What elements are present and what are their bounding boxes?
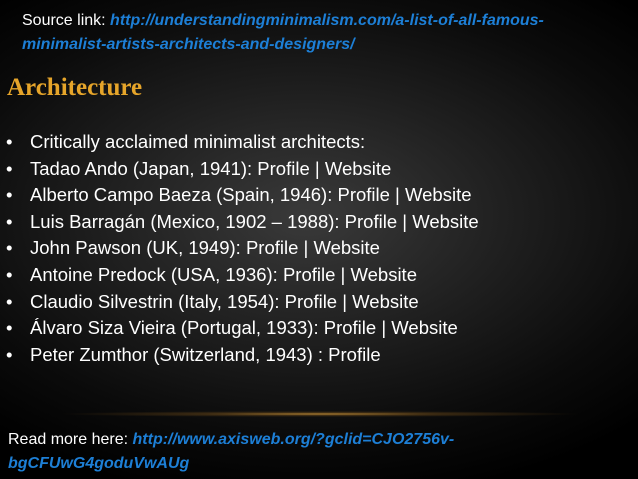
list-item: • Antoine Predock (USA, 1936): Profile | … [0,262,630,289]
list-item-text: Peter Zumthor (Switzerland, 1943) : Prof… [30,343,381,365]
list-item: • Claudio Silvestrin (Italy, 1954): Profi… [0,289,630,316]
list-item-text: Antoine Predock (USA, 1936): Profile | W… [30,263,417,285]
source-link-url-line-2: minimalist-artists-architects-and-design… [22,36,355,53]
section-heading: Architecture [7,74,143,101]
bullet-icon: • [6,343,13,365]
list-item-text: Luis Barragán (Mexico, 1902 – 1988): Pro… [30,210,479,232]
read-more-block: Read more here: http://www.axisweb.org/?… [8,428,628,476]
list-item: • Critically acclaimed minimalist archite… [0,129,630,156]
source-link-block: Source link: http://understandingminimal… [22,9,622,57]
bullet-icon: • [6,263,13,285]
bullet-icon: • [6,290,13,312]
list-item: • Álvaro Siza Vieira (Portugal, 1933): Pr… [0,315,630,342]
read-more-url-line-2: bgCFUwG4goduVwAUg [8,455,190,472]
list-item-text: Álvaro Siza Vieira (Portugal, 1933): Pro… [30,317,458,339]
list-item: • Alberto Campo Baeza (Spain, 1946): Prof… [0,182,630,209]
list-item-text: Alberto Campo Baeza (Spain, 1946): Profi… [30,184,472,206]
list-item: • Tadao Ando (Japan, 1941): Profile | Web… [0,156,630,183]
list-item-text: Critically acclaimed minimalist architec… [30,131,366,152]
list-item-text: Claudio Silvestrin (Italy, 1954): Profil… [30,290,419,312]
bullet-icon: • [6,210,13,232]
divider-glow [60,411,580,417]
source-link-url-line-1: http://understandingminimalism.com/a-lis… [110,12,544,29]
bullet-icon: • [6,131,13,152]
list-item: • John Pawson (UK, 1949): Profile | Websi… [0,235,630,262]
read-more-label: Read more here: [8,431,133,448]
bullet-icon: • [6,317,13,339]
slide: Source link: http://understandingminimal… [0,0,638,479]
read-more-url-line-1: http://www.axisweb.org/?gclid=CJO2756v- [132,431,455,448]
bullet-icon: • [6,237,13,259]
list-item: • Peter Zumthor (Switzerland, 1943) : Pro… [0,342,630,369]
list-item-text: John Pawson (UK, 1949): Profile | Websit… [30,237,380,259]
architect-list: • Critically acclaimed minimalist archite… [0,129,630,368]
source-link-label: Source link: [22,12,111,29]
bullet-icon: • [6,157,13,179]
bullet-icon: • [6,184,13,206]
list-item: • Luis Barragán (Mexico, 1902 – 1988): Pr… [0,209,630,236]
list-item-text: Tadao Ando (Japan, 1941): Profile | Webs… [30,157,392,179]
